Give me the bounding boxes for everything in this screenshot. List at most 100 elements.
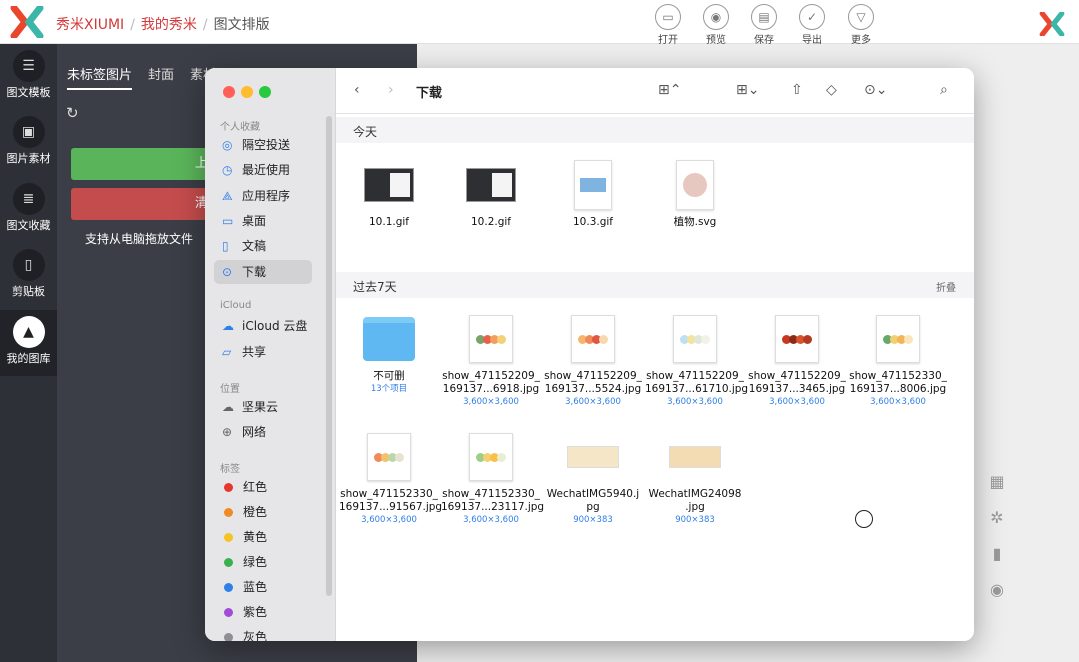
sidebar-item-shared[interactable]: ▱ 共享 bbox=[214, 340, 312, 364]
sidebar-item-label: 蓝色 bbox=[243, 580, 268, 594]
grid-view-icon[interactable]: ⊞⌃ bbox=[658, 82, 681, 98]
sidebar-item-network[interactable]: ⊕ 网络 bbox=[214, 420, 312, 444]
sidebar-item-desktop[interactable]: ▭ 桌面 bbox=[214, 209, 312, 233]
file-name: show_471152330_ 169137...23117.jpg bbox=[441, 488, 545, 513]
sidebar-item-nutstore[interactable]: ☁ 坚果云 bbox=[214, 395, 312, 419]
file-item[interactable]: show_471152209_ 169137...6918.jpg 3,600×… bbox=[441, 314, 541, 408]
tab-cover[interactable]: 封面 bbox=[148, 68, 174, 83]
forward-icon[interactable]: › bbox=[388, 82, 394, 98]
maximize-window-icon[interactable] bbox=[259, 86, 271, 98]
file-meta: 3,600×3,600 bbox=[667, 397, 723, 407]
sidebar-tag-blue[interactable]: 蓝色 bbox=[214, 575, 312, 599]
sidebar-item-label: 共享 bbox=[242, 345, 267, 359]
file-item[interactable]: show_471152209_ 169137...3465.jpg 3,600×… bbox=[747, 314, 847, 408]
more-actions-icon[interactable]: ⊙⌄ bbox=[864, 82, 887, 98]
file-meta: 3,600×3,600 bbox=[769, 397, 825, 407]
eye-icon[interactable]: ◉ bbox=[987, 580, 1007, 600]
preview-button[interactable]: ◉ 预览 bbox=[699, 4, 733, 46]
collapse-button[interactable]: 折叠 bbox=[936, 279, 956, 294]
tab-untagged[interactable]: 未标签图片 bbox=[67, 68, 133, 90]
file-item[interactable]: WechatIMG5940.j pg 900×383 bbox=[543, 432, 643, 526]
group-view-icon[interactable]: ⊞⌄ bbox=[736, 82, 759, 98]
nav-clipboard[interactable]: ▯ 剪贴板 bbox=[0, 243, 57, 309]
export-button[interactable]: ✓ 导出 bbox=[795, 4, 829, 46]
nav-templates-label: 图文模板 bbox=[6, 86, 51, 99]
search-icon[interactable]: ⌕ bbox=[940, 82, 948, 98]
sidebar-item-label: 桌面 bbox=[242, 214, 267, 228]
sidebar-item-label: 文稿 bbox=[242, 239, 267, 253]
sidebar-tag-gray[interactable]: 灰色 bbox=[214, 625, 312, 641]
file-name: 10.3.gif bbox=[573, 216, 613, 228]
file-item[interactable]: show_471152209_ 169137...5524.jpg 3,600×… bbox=[543, 314, 643, 408]
file-thumbnail bbox=[872, 314, 924, 364]
xiumi-logo-icon[interactable] bbox=[10, 6, 44, 38]
sidebar-item-label: 灰色 bbox=[243, 630, 268, 641]
sidebar-tag-orange[interactable]: 橙色 bbox=[214, 500, 312, 524]
more-button[interactable]: ▽ 更多 bbox=[844, 4, 878, 46]
file-thumbnail bbox=[669, 432, 721, 482]
sidebar-item-documents[interactable]: ▯ 文稿 bbox=[214, 234, 312, 258]
minimize-window-icon[interactable] bbox=[241, 86, 253, 98]
more-icon: ▽ bbox=[848, 4, 874, 30]
tag-dot-icon bbox=[224, 483, 233, 492]
file-thumbnail bbox=[669, 160, 721, 210]
grid-icon[interactable]: ▦ bbox=[987, 472, 1007, 492]
sidebar-item-recents[interactable]: ◷ 最近使用 bbox=[214, 158, 312, 182]
breadcrumb-mine[interactable]: 我的秀米 bbox=[141, 17, 197, 33]
snowflake-icon[interactable]: ✲ bbox=[987, 508, 1007, 528]
sidebar-item-downloads[interactable]: ⊙ 下载 bbox=[214, 260, 312, 284]
file-thumbnail bbox=[567, 314, 619, 364]
sidebar-item-applications[interactable]: ⟁ 应用程序 bbox=[214, 184, 312, 208]
tag-icon[interactable]: ◇ bbox=[826, 82, 837, 98]
file-item[interactable]: 10.3.gif bbox=[543, 160, 643, 229]
nav-image-assets[interactable]: ▣ 图片素材 bbox=[0, 110, 57, 176]
file-thumbnail bbox=[567, 160, 619, 210]
file-name: show_471152330_ 169137...91567.jpg bbox=[339, 488, 443, 513]
nav-favorites-label: 图文收藏 bbox=[6, 219, 51, 232]
file-meta: 3,600×3,600 bbox=[361, 515, 417, 525]
file-item[interactable]: 植物.svg bbox=[645, 160, 745, 229]
file-meta: 900×383 bbox=[573, 515, 613, 525]
sidebar-tag-green[interactable]: 绿色 bbox=[214, 550, 312, 574]
folder-icon bbox=[363, 314, 415, 364]
file-meta: 3,600×3,600 bbox=[565, 397, 621, 407]
breadcrumb-brand[interactable]: 秀米XIUMI bbox=[56, 17, 124, 33]
nav-my-gallery[interactable]: ▲ 我的图库 bbox=[0, 310, 57, 376]
sidebar-item-icloud-drive[interactable]: ☁ iCloud 云盘 bbox=[214, 314, 312, 338]
save-button[interactable]: ▤ 保存 bbox=[747, 4, 781, 46]
sidebar-item-airdrop[interactable]: ◎ 隔空投送 bbox=[214, 133, 312, 157]
file-meta: 900×383 bbox=[675, 515, 715, 525]
tag-dot-icon bbox=[224, 558, 233, 567]
sidebar-scrollbar[interactable] bbox=[326, 116, 332, 596]
finder-window: 个人收藏 ◎ 隔空投送 ◷ 最近使用 ⟁ 应用程序 ▭ 桌面 ▯ 文稿 ⊙ 下载 iClou… bbox=[205, 68, 974, 641]
file-item[interactable]: 10.2.gif bbox=[441, 160, 541, 229]
share-icon[interactable]: ⇧ bbox=[791, 82, 803, 98]
nav-favorites[interactable]: ≣ 图文收藏 bbox=[0, 177, 57, 243]
file-item[interactable]: 10.1.gif bbox=[339, 160, 439, 229]
file-thumbnail bbox=[465, 432, 517, 482]
finder-toolbar: ‹ › 下载 ⊞⌃ ⊞⌄ ⇧ ◇ ⊙⌄ ⌕ bbox=[336, 68, 974, 114]
sidebar-tag-yellow[interactable]: 黄色 bbox=[214, 525, 312, 549]
airdrop-icon: ◎ bbox=[222, 138, 233, 152]
tag-dot-icon bbox=[224, 508, 233, 517]
group-title-today: 今天 bbox=[353, 125, 378, 139]
bar-chart-icon[interactable]: ▮ bbox=[987, 544, 1007, 564]
file-name: WechatIMG5940.j pg bbox=[546, 488, 640, 513]
file-item[interactable]: show_471152209_ 169137...61710.jpg 3,600… bbox=[645, 314, 748, 408]
tags-section-title: 标签 bbox=[220, 464, 240, 475]
nav-templates[interactable]: ☰ 图文模板 bbox=[0, 44, 57, 110]
file-item[interactable]: WechatIMG24098 .jpg 900×383 bbox=[645, 432, 745, 526]
folder-icon: ▭ bbox=[655, 4, 681, 30]
file-item[interactable]: show_471152330_ 169137...91567.jpg 3,600… bbox=[339, 432, 443, 526]
back-icon[interactable]: ‹ bbox=[354, 82, 360, 98]
file-meta: 3,600×3,600 bbox=[870, 397, 926, 407]
tag-dot-icon bbox=[224, 533, 233, 542]
sidebar-tag-purple[interactable]: 紫色 bbox=[214, 600, 312, 624]
folder-item[interactable]: 不可删 13个项目 bbox=[339, 314, 439, 395]
close-window-icon[interactable] bbox=[223, 86, 235, 98]
sidebar-tag-red[interactable]: 红色 bbox=[214, 475, 312, 499]
file-item[interactable]: show_471152330_ 169137...23117.jpg 3,600… bbox=[441, 432, 545, 526]
refresh-icon[interactable]: ↻ bbox=[66, 104, 79, 122]
open-button[interactable]: ▭ 打开 bbox=[651, 4, 685, 46]
file-item[interactable]: show_471152330_ 169137...8006.jpg 3,600×… bbox=[848, 314, 948, 408]
